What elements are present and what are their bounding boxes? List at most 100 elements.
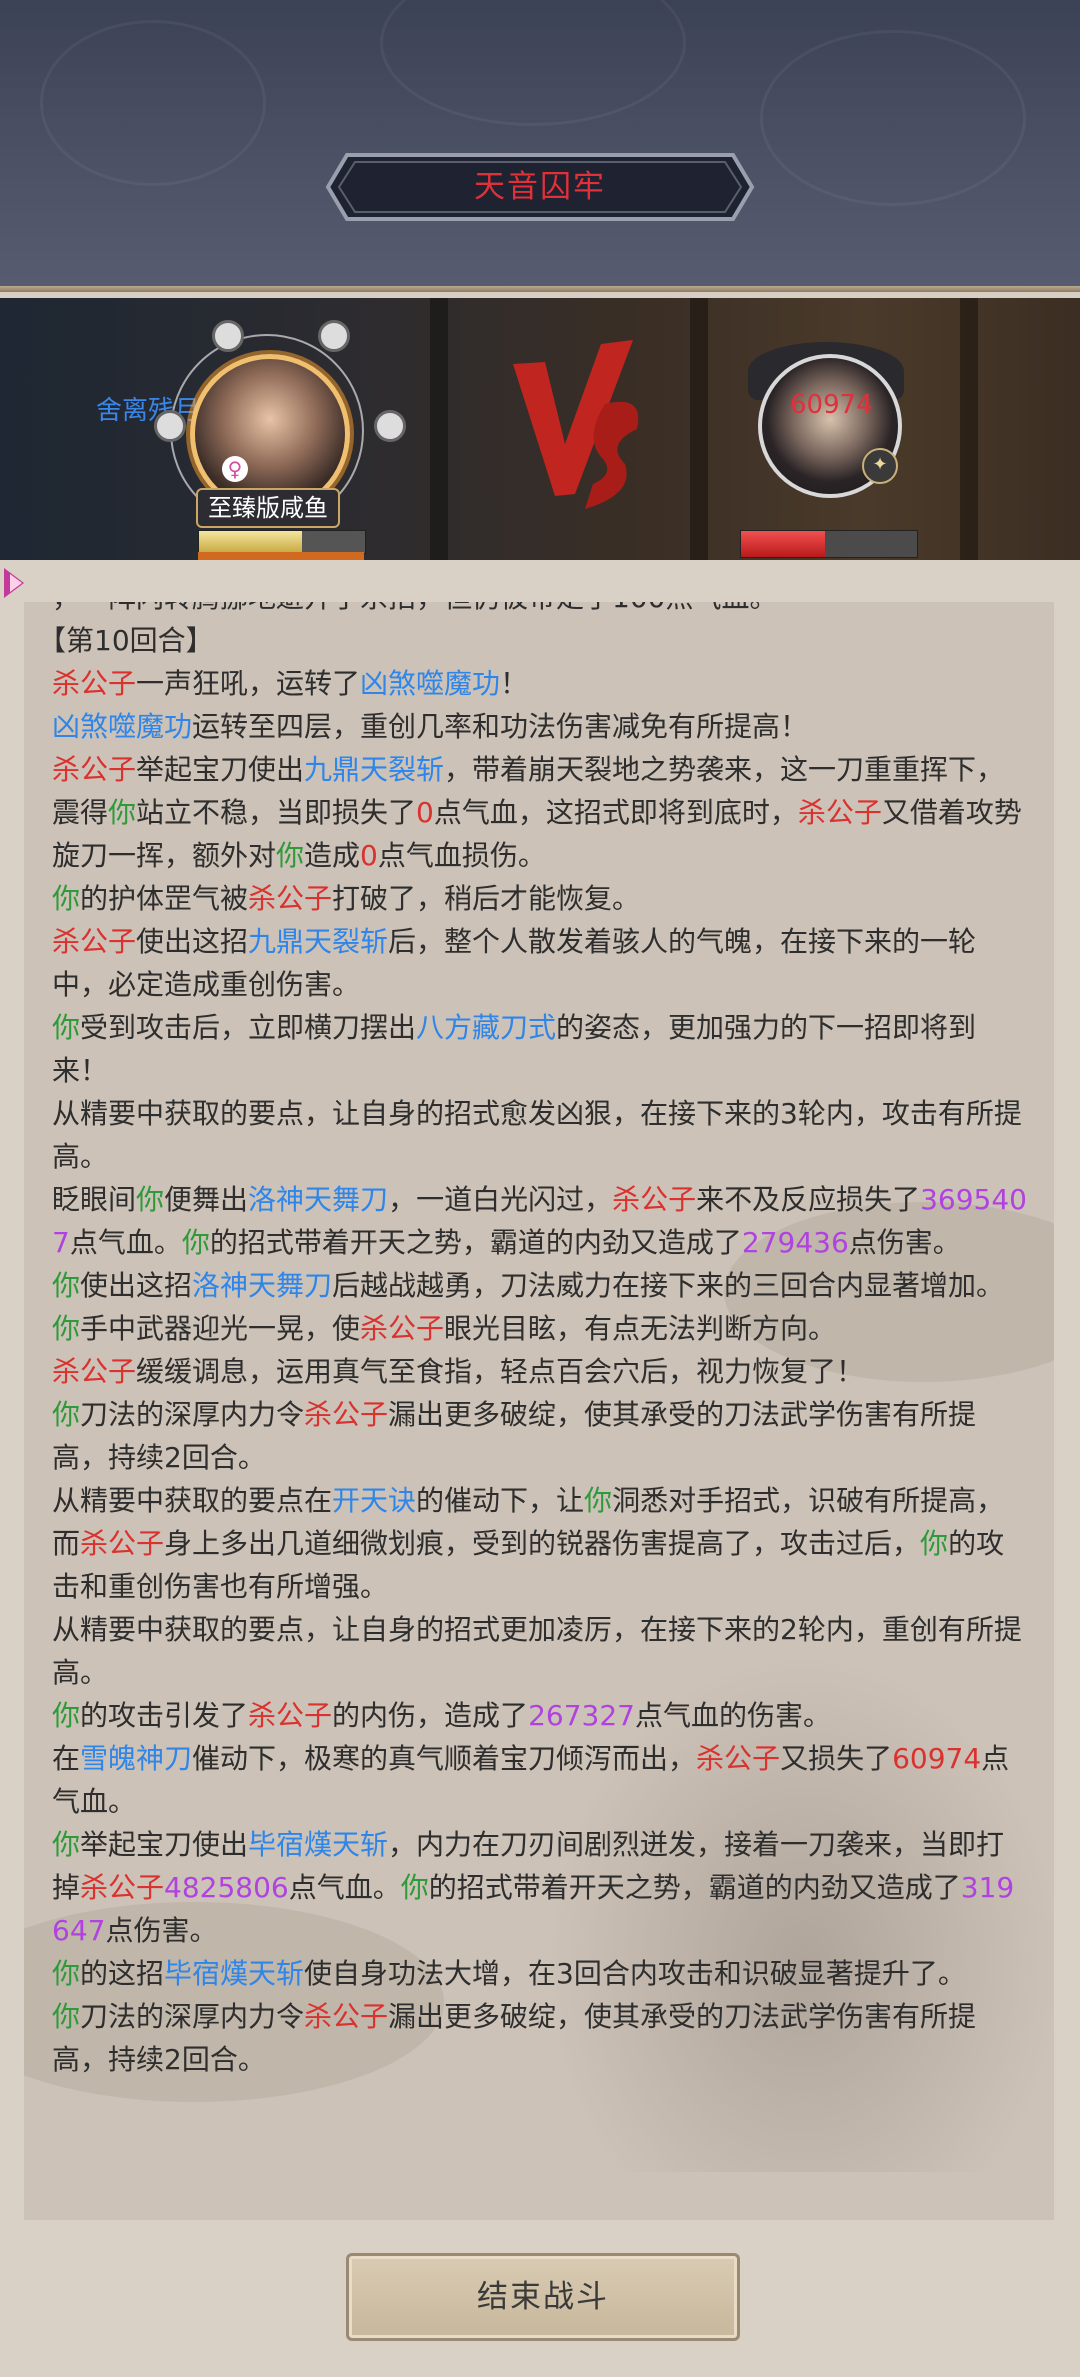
damage-number: 267327 — [528, 1699, 635, 1732]
self-ref: 你 — [52, 2000, 81, 2033]
log-text: 又损失了 — [780, 1742, 893, 1775]
skill-name: 洛神天舞刀 — [248, 1183, 389, 1216]
log-entry: 你举起宝刀使出毕宿熯天斩，内力在刀刃间剧烈迸发，接着一刀袭来，当即打掉杀公子48… — [52, 1823, 1032, 1952]
header-bar: 天音囚牢 — [0, 0, 1080, 292]
side-expand-arrow-icon[interactable] — [0, 560, 30, 606]
log-text: 的这招 — [80, 1957, 165, 1990]
self-ref: 你 — [52, 1957, 81, 1990]
log-text: 举起宝刀使出 — [80, 1828, 249, 1861]
player-title-badge: 至臻版咸鱼 — [196, 488, 340, 528]
end-battle-button[interactable]: 结束战斗 — [346, 2253, 740, 2341]
cloud-pattern — [760, 30, 1026, 206]
enemy-hp-fill — [741, 531, 826, 557]
skill-name: 凶煞噬魔功 — [52, 710, 193, 743]
log-text: 点气血，这招式即将到底时， — [433, 796, 798, 829]
log-text: 受到攻击后，立即横刀摆出 — [80, 1011, 417, 1044]
player-hp-bar — [198, 530, 366, 554]
enemy-name: 杀公子 — [612, 1183, 697, 1216]
log-text: 从精要中获取的要点在 — [52, 1484, 333, 1517]
self-ref: 你 — [136, 1183, 165, 1216]
log-entry: 从精要中获取的要点在开天诀的催动下，让你洞悉对手招式，识破有所提高，而杀公子身上… — [52, 1479, 1032, 1608]
skill-name: 开天诀 — [332, 1484, 417, 1517]
log-text: 刀法的深厚内力令 — [80, 2000, 305, 2033]
self-ref: 你 — [400, 1871, 429, 1904]
log-text: 从精要中获取的要点，让自身的招式更加凌厉，在接下来的2轮内，重创有所提高。 — [52, 1613, 1022, 1689]
log-entry: 眨眼间你便舞出洛神天舞刀，一道白光闪过，杀公子来不及反应损失了3695407点气… — [52, 1178, 1032, 1264]
log-text: 的催动下，让 — [416, 1484, 585, 1517]
enemy-name: 杀公子 — [52, 1355, 137, 1388]
self-ref: 你 — [52, 882, 81, 915]
ring-orb-icon — [212, 320, 244, 352]
log-text: 的护体罡气被 — [80, 882, 249, 915]
log-entry: 你的攻击引发了杀公子的内伤，造成了267327点气血的伤害。 — [52, 1694, 1032, 1737]
self-ref: 你 — [108, 796, 137, 829]
log-text: 造成 — [304, 839, 361, 872]
header-divider — [0, 286, 1080, 292]
enemy-name: 杀公子 — [80, 1871, 165, 1904]
log-text: 在 — [52, 1742, 81, 1775]
log-text: 眼光目眩，有点无法判断方向。 — [444, 1312, 837, 1345]
self-ref: 你 — [52, 1828, 81, 1861]
damage-number: 4825806 — [164, 1871, 289, 1904]
ring-orb-icon — [154, 410, 186, 442]
log-text: 一声狂吼，运转了 — [136, 667, 361, 700]
background-beam — [430, 298, 448, 560]
log-text: 点气血的伤害。 — [634, 1699, 831, 1732]
log-text: 打破了，稍后才能恢复。 — [332, 882, 641, 915]
cloud-pattern — [380, 0, 686, 126]
self-ref: 你 — [52, 1312, 81, 1345]
ring-orb-icon — [374, 410, 406, 442]
log-entry: 你的护体罡气被杀公子打破了，稍后才能恢复。 — [52, 877, 1032, 920]
log-text: 便舞出 — [164, 1183, 249, 1216]
enemy-hp-bar — [740, 530, 918, 558]
battle-banner: 舍离残月 ♀ 至臻版咸鱼 60974 ✦ — [0, 298, 1080, 560]
log-text: 的攻击引发了 — [80, 1699, 249, 1732]
enemy-hp-text: 60974 — [790, 390, 873, 420]
log-text: 从精要中获取的要点，让自身的招式愈发凶狠，在接下来的3轮内，攻击有所提高。 — [52, 1097, 1022, 1173]
log-text: 运转至四层，重创几率和功法伤害减免有所提高！ — [192, 710, 809, 743]
enemy-name: 0 — [360, 839, 378, 872]
player-energy-bar — [198, 552, 364, 560]
log-text: 眨眼间 — [52, 1183, 137, 1216]
log-text: 点气血。 — [288, 1871, 401, 1904]
enemy-name: 杀公子 — [52, 753, 137, 786]
enemy-name: 杀公子 — [248, 1699, 333, 1732]
enemy-name: 0 — [416, 796, 434, 829]
log-text: 使出这招 — [136, 925, 249, 958]
enemy-name: 杀公子 — [797, 796, 882, 829]
log-entry: 你刀法的深厚内力令杀公子漏出更多破绽，使其承受的刀法武学伤害有所提高，持续2回合… — [52, 1393, 1032, 1479]
log-text: 点气血损伤。 — [377, 839, 546, 872]
log-entry: 凶煞噬魔功运转至四层，重创几率和功法伤害减免有所提高！ — [52, 705, 1032, 748]
player-hp-fill — [199, 531, 302, 553]
enemy-name: 杀公子 — [360, 1312, 445, 1345]
log-text: 举起宝刀使出 — [136, 753, 305, 786]
self-ref: 你 — [52, 1011, 81, 1044]
log-entry: 在雪魄神刀催动下，极寒的真气顺着宝刀倾泻而出，杀公子又损失了60974点气血。 — [52, 1737, 1032, 1823]
background-beam — [690, 298, 708, 560]
background-beam — [960, 298, 978, 560]
log-entry: 你受到攻击后，立即横刀摆出八方藏刀式的姿态，更加强力的下一招即将到来！ — [52, 1006, 1032, 1092]
self-ref: 你 — [920, 1527, 949, 1560]
skill-name: 八方藏刀式 — [416, 1011, 557, 1044]
skill-name: 毕宿熯天斩 — [164, 1957, 305, 1990]
page-title: 天音囚牢 — [474, 169, 606, 205]
log-text: 的内伤，造成了 — [332, 1699, 529, 1732]
enemy-name: 杀公子 — [304, 1398, 389, 1431]
battle-log[interactable]: ，一阵闪转腾挪地避开了杀招，但仍被带走了100点气血。 【第10回合】 杀公子一… — [24, 602, 1054, 2220]
self-ref: 你 — [52, 1269, 81, 1302]
log-text: 刀法的深厚内力令 — [80, 1398, 305, 1431]
skill-name: 九鼎天裂斩 — [304, 753, 445, 786]
log-text: ！ — [500, 667, 529, 700]
female-icon: ♀ — [222, 456, 248, 482]
log-text: 来不及反应损失了 — [696, 1183, 921, 1216]
enemy-rank-icon: ✦ — [862, 448, 898, 484]
self-ref: 你 — [181, 1226, 210, 1259]
log-entry: 你手中武器迎光一晃，使杀公子眼光目眩，有点无法判断方向。 — [52, 1307, 1032, 1350]
ring-orb-icon — [318, 320, 350, 352]
log-entry: 杀公子一声狂吼，运转了凶煞噬魔功！ — [52, 662, 1032, 705]
skill-name: 九鼎天裂斩 — [248, 925, 389, 958]
log-text: 使出这招 — [80, 1269, 193, 1302]
log-entry: 杀公子举起宝刀使出九鼎天裂斩，带着崩天裂地之势袭来，这一刀重重挥下，震得你站立不… — [52, 748, 1032, 877]
log-entry: 杀公子缓缓调息，运用真气至食指，轻点百会穴后，视力恢复了！ — [52, 1350, 1032, 1393]
round-header: 【第10回合】 — [38, 624, 214, 657]
